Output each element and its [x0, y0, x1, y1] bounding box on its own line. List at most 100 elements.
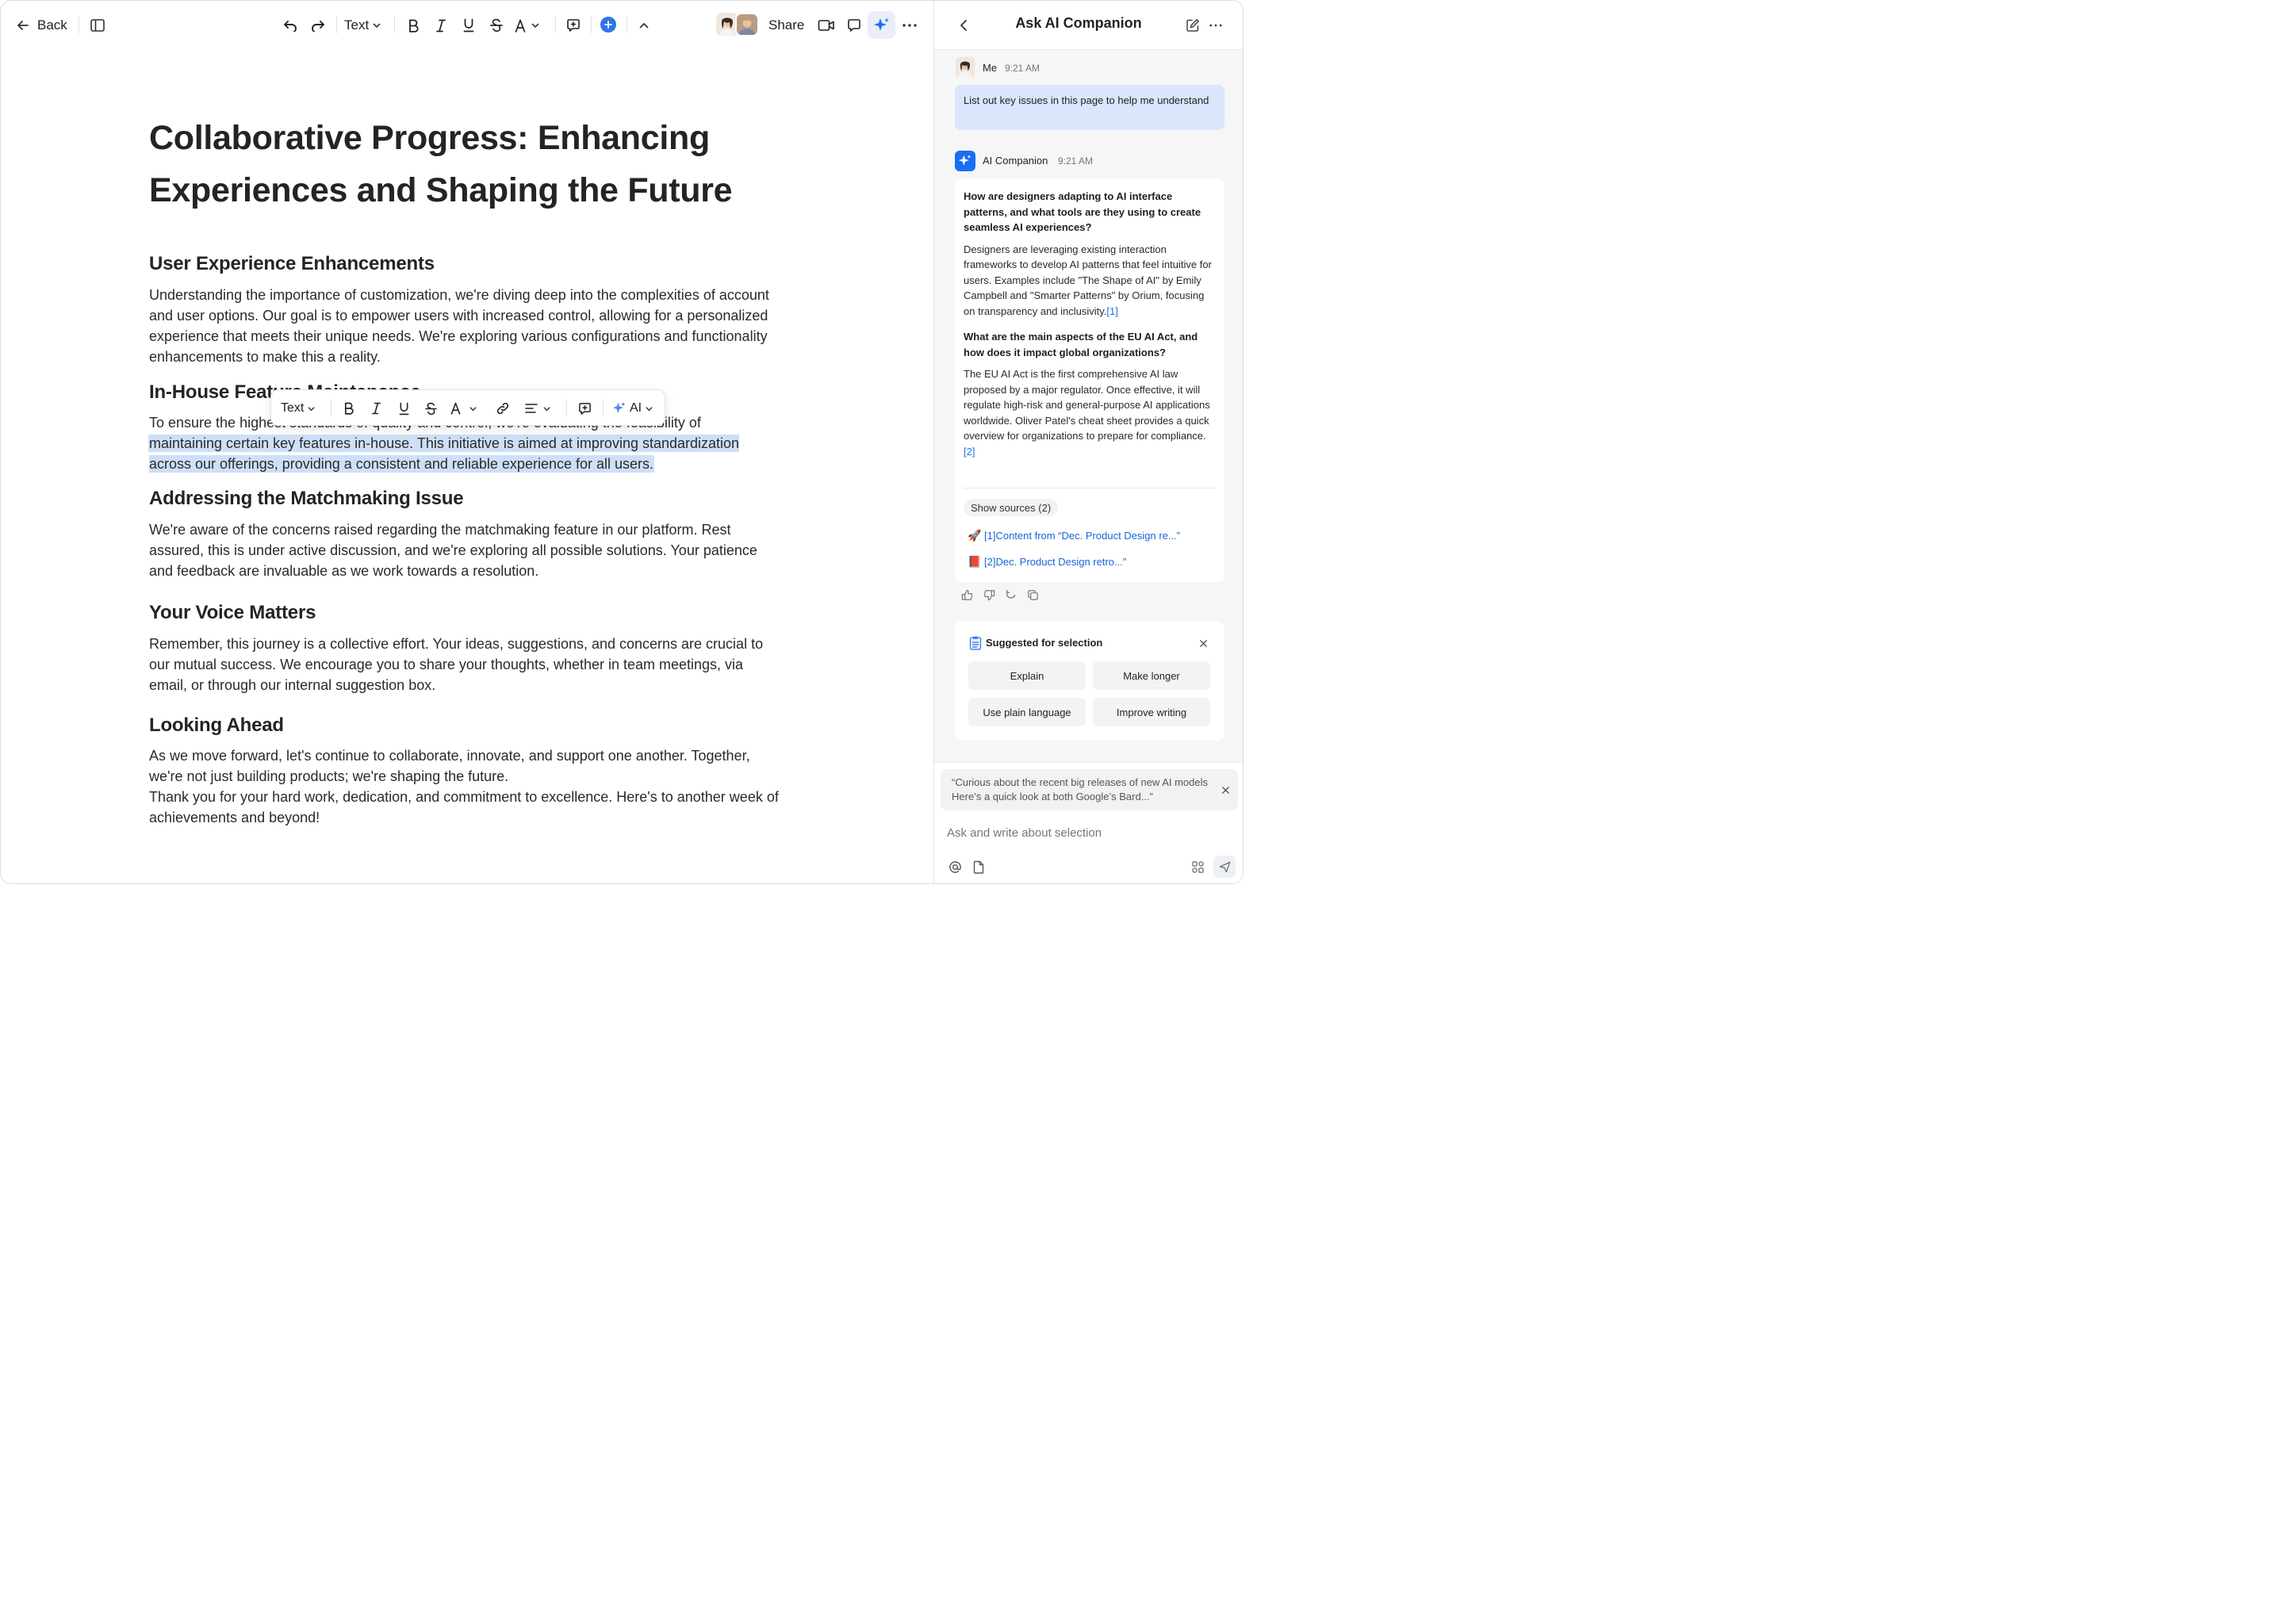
- text-style-dropdown[interactable]: Text: [281, 398, 316, 419]
- plain-language-button[interactable]: Use plain language: [968, 698, 1086, 726]
- close-icon[interactable]: [1218, 783, 1232, 797]
- section-heading[interactable]: User Experience Enhancements: [149, 253, 435, 275]
- citation-link[interactable]: [1]: [1106, 305, 1117, 317]
- sparkle-icon: [958, 154, 972, 168]
- user-message-bubble: List out key issues in this page to help…: [955, 85, 1224, 130]
- explain-button[interactable]: Explain: [968, 661, 1086, 690]
- selected-text[interactable]: maintaining certain key features in-hous…: [149, 435, 740, 472]
- ask-input[interactable]: [947, 822, 1232, 843]
- chat-icon[interactable]: [844, 15, 864, 36]
- thumbs-up-icon[interactable]: [960, 588, 974, 602]
- app-window: Back Text Share Collaborative Progress: …: [0, 0, 1244, 884]
- list-icon: [969, 636, 982, 650]
- section-heading[interactable]: Addressing the Matchmaking Issue: [149, 488, 464, 510]
- video-icon[interactable]: [816, 15, 837, 36]
- bold-icon[interactable]: [339, 398, 357, 419]
- improve-writing-button[interactable]: Improve writing: [1093, 698, 1210, 726]
- question-heading: What are the main aspects of the EU AI A…: [964, 331, 1198, 358]
- suggested-panel: Suggested for selection Explain Make lon…: [955, 622, 1224, 741]
- text-style-dropdown[interactable]: Text: [344, 15, 381, 36]
- rocket-icon: 🚀: [968, 529, 982, 542]
- source-link[interactable]: [1]Content from “Dec. Product Design re.…: [984, 530, 1180, 542]
- chevron-down-icon: [372, 21, 381, 30]
- question-heading: How are designers adapting to AI interfa…: [964, 190, 1201, 233]
- chevron-down-icon: [531, 21, 540, 30]
- comment-icon[interactable]: [576, 398, 593, 419]
- undo-icon[interactable]: [280, 15, 301, 36]
- section-paragraph[interactable]: We're aware of the concerns raised regar…: [149, 519, 784, 581]
- strikethrough-icon[interactable]: [422, 398, 439, 419]
- thumbs-down-icon[interactable]: [982, 588, 996, 602]
- close-icon[interactable]: [1196, 636, 1210, 650]
- copy-icon[interactable]: [1025, 588, 1040, 602]
- mention-icon[interactable]: [947, 859, 963, 875]
- comment-icon[interactable]: [564, 15, 583, 36]
- source-link[interactable]: [2]Dec. Product Design retro...”: [984, 556, 1126, 568]
- strikethrough-icon[interactable]: [487, 15, 506, 36]
- message-author: AI Companion: [983, 155, 1048, 167]
- avatar[interactable]: [735, 13, 759, 36]
- section-paragraph[interactable]: Thank you for your hard work, dedication…: [149, 787, 784, 828]
- quote-text: “Curious about the recent big releases o…: [952, 776, 1209, 802]
- more-icon[interactable]: [1207, 15, 1224, 36]
- sparkle-icon: [873, 17, 891, 34]
- collapse-toolbar-icon[interactable]: [635, 17, 653, 34]
- section-heading[interactable]: Looking Ahead: [149, 714, 284, 737]
- panel-title: Ask AI Companion: [1015, 15, 1142, 31]
- section-paragraph[interactable]: Understanding the importance of customiz…: [149, 285, 776, 367]
- align-dropdown[interactable]: [525, 398, 551, 419]
- section-paragraph[interactable]: As we move forward, let's continue to co…: [149, 745, 784, 787]
- ai-companion-panel: Ask AI Companion Me 9:21 AM List out key…: [933, 1, 1243, 883]
- ai-companion-button[interactable]: [868, 11, 895, 39]
- message-author: Me: [983, 62, 998, 74]
- underline-icon[interactable]: [459, 15, 478, 36]
- answer-paragraph: Designers are leveraging existing intera…: [964, 242, 1216, 320]
- text-style-label: Text: [281, 401, 305, 415]
- bold-icon[interactable]: [404, 15, 423, 36]
- send-button[interactable]: [1213, 856, 1236, 878]
- message-time: 9:21 AM: [1005, 63, 1040, 74]
- chevron-down-icon: [645, 404, 653, 413]
- citation-link[interactable]: [2]: [964, 446, 975, 458]
- italic-icon[interactable]: [431, 15, 450, 36]
- quote-chip: “Curious about the recent big releases o…: [941, 769, 1238, 810]
- new-chat-icon[interactable]: [1184, 15, 1201, 36]
- regenerate-icon[interactable]: [1003, 588, 1017, 602]
- page-title[interactable]: Collaborative Progress: Enhancing Experi…: [149, 112, 799, 216]
- font-color-icon: [515, 19, 526, 33]
- make-longer-button[interactable]: Make longer: [1093, 661, 1210, 690]
- sidebar-toggle-icon[interactable]: [88, 16, 107, 35]
- underline-icon[interactable]: [395, 398, 412, 419]
- arrow-left-icon: [15, 17, 31, 33]
- file-icon[interactable]: [971, 859, 987, 875]
- section-heading[interactable]: Your Voice Matters: [149, 602, 316, 624]
- back-button[interactable]: Back: [15, 15, 67, 36]
- answer-text: The EU AI Act is the first comprehensive…: [964, 368, 1210, 442]
- send-icon: [1219, 861, 1231, 873]
- text-style-label: Text: [344, 17, 370, 33]
- sparkle-icon: [612, 401, 627, 416]
- book-icon: 📕: [968, 555, 982, 568]
- italic-icon[interactable]: [367, 398, 385, 419]
- chevron-down-icon: [469, 404, 477, 413]
- top-toolbar: Back Text Share: [1, 1, 933, 50]
- avatar: [955, 57, 975, 78]
- chevron-down-icon: [307, 404, 316, 413]
- apps-icon[interactable]: [1190, 859, 1205, 875]
- chevron-down-icon: [542, 404, 551, 413]
- ai-avatar: [955, 151, 975, 171]
- show-sources-button[interactable]: Show sources (2): [964, 499, 1059, 516]
- align-left-icon: [525, 403, 538, 414]
- share-button[interactable]: Share: [768, 15, 804, 36]
- redo-icon[interactable]: [308, 15, 328, 36]
- ai-label: AI: [630, 401, 642, 415]
- ai-dropdown[interactable]: AI: [612, 398, 653, 419]
- more-icon[interactable]: [900, 15, 919, 36]
- answer-paragraph: The EU AI Act is the first comprehensive…: [964, 366, 1216, 459]
- section-paragraph[interactable]: Remember, this journey is a collective e…: [149, 634, 784, 695]
- font-color-dropdown[interactable]: [515, 15, 540, 36]
- insert-plus-icon[interactable]: [600, 17, 616, 33]
- link-icon[interactable]: [494, 398, 512, 419]
- font-color-dropdown[interactable]: [450, 398, 477, 419]
- ai-response-card: How are designers adapting to AI interfa…: [955, 179, 1224, 582]
